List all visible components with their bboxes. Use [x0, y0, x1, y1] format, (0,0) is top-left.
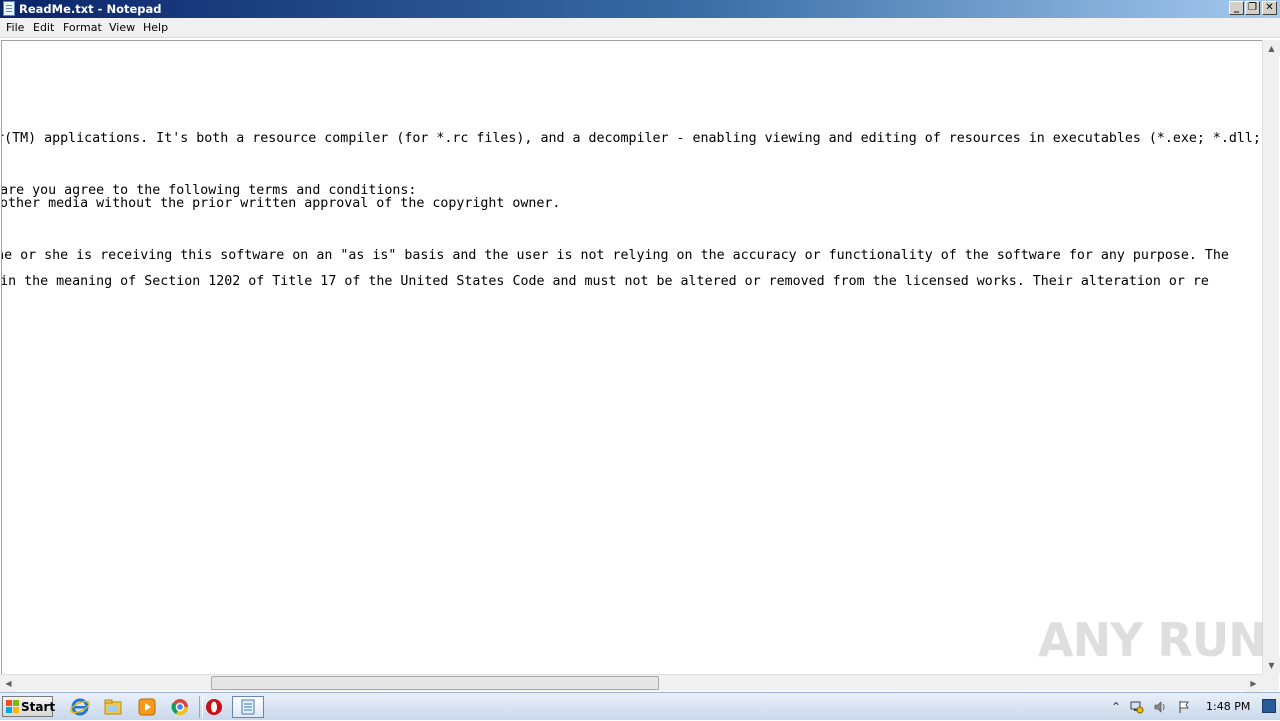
file-explorer-icon[interactable] — [103, 697, 123, 717]
chrome-icon[interactable] — [170, 697, 190, 717]
document-line: information" within the meaning of Secti… — [1, 274, 1209, 289]
size-grip — [1262, 674, 1279, 691]
show-desktop-icon[interactable] — [1262, 699, 1276, 713]
scroll-right-arrow-icon[interactable]: ▶ — [1245, 675, 1262, 692]
document-line: acknowledges that he or she is receiving… — [2, 248, 1229, 263]
anyrun-watermark: ANY RUN — [1038, 613, 1267, 667]
menu-view[interactable]: View — [109, 21, 135, 35]
close-button[interactable]: ✕ — [1262, 1, 1277, 15]
opera-icon[interactable] — [204, 697, 224, 717]
maximize-button[interactable]: ❐ — [1245, 1, 1260, 15]
scroll-up-arrow-icon[interactable]: ▲ — [1263, 40, 1280, 57]
notepad-icon — [239, 698, 259, 718]
menu-file[interactable]: File — [6, 21, 24, 35]
horizontal-scrollbar[interactable]: ◀ ▶ — [0, 674, 1262, 692]
document-line: in any other media without the prior wri… — [1, 196, 561, 211]
minimize-button[interactable]: _ — [1229, 1, 1244, 15]
menu-format[interactable]: Format — [63, 21, 102, 35]
title-bar[interactable]: ReadMe.txt - Notepad _ ❐ ✕ — [0, 0, 1280, 18]
text-editor[interactable]: Resource Hacker(TM) applications. It's b… — [1, 40, 1262, 674]
windows-logo-icon — [6, 700, 19, 713]
clock[interactable]: 1:48 PM — [1206, 700, 1250, 714]
action-center-flag-icon[interactable] — [1177, 700, 1191, 714]
menu-bar: File Edit Format View Help — [0, 18, 1280, 38]
taskbar-notepad-button[interactable] — [232, 696, 264, 718]
document-line: Resource Hacker(TM) applications. It's b… — [2, 131, 1261, 146]
start-label: Start — [21, 700, 56, 714]
scroll-left-arrow-icon[interactable]: ◀ — [0, 675, 17, 692]
system-tray: ⌃ — [1104, 693, 1280, 721]
notepad-icon — [3, 1, 15, 16]
volume-icon[interactable] — [1153, 700, 1167, 714]
internet-explorer-icon[interactable] — [70, 697, 90, 717]
taskbar: Start ⌃ 1:48 PM — [0, 692, 1280, 720]
window-title: ReadMe.txt - Notepad — [19, 2, 162, 16]
media-player-icon[interactable] — [137, 697, 157, 717]
taskbar-separator — [199, 696, 203, 718]
vertical-scrollbar[interactable]: ▲ ▼ — [1262, 40, 1280, 674]
menu-edit[interactable]: Edit — [33, 21, 54, 35]
network-icon[interactable] — [1130, 700, 1144, 714]
horizontal-scroll-thumb[interactable] — [211, 676, 659, 690]
show-hidden-icons-icon[interactable]: ⌃ — [1109, 700, 1123, 714]
menu-help[interactable]: Help — [143, 21, 168, 35]
start-button[interactable]: Start — [2, 696, 56, 717]
document-text: Resource Hacker(TM) applications. It's b… — [1, 41, 1262, 674]
